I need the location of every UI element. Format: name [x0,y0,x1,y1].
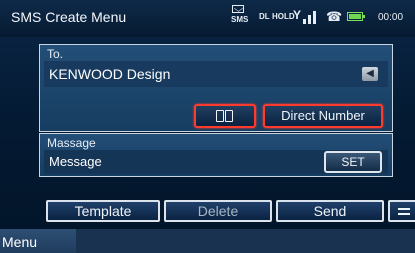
phone-icon: ☎ [326,9,343,24]
page-title: SMS Create Menu [11,9,127,25]
message-panel: Massage Message SET [39,133,393,177]
backspace-icon: ◀ [366,68,374,79]
delete-button[interactable]: Delete [164,200,272,222]
template-button[interactable]: Template [46,200,160,222]
message-text: Message [49,154,102,169]
to-panel: To. KENWOOD Design ◀ Direct Number [39,44,393,132]
hold-indicator: HOLD [272,12,295,21]
backspace-button[interactable]: ◀ [362,67,378,81]
phonebook-icon [216,110,234,123]
recipient-name: KENWOOD Design [49,66,171,82]
signal-strength-icon: Y [293,8,317,24]
to-label: To. [47,47,64,61]
envelope-icon [232,5,244,13]
set-button[interactable]: SET [324,151,382,173]
dl-indicator: DL [259,12,270,21]
recipient-field[interactable]: KENWOOD Design ◀ [44,61,388,87]
sms-create-screen: SMS Create Menu SMS DL HOLD Y ☎ 00:00 To… [0,0,415,253]
menu-button[interactable]: Menu [0,229,76,253]
send-button[interactable]: Send [276,200,384,222]
sms-indicator: SMS [231,15,249,24]
battery-icon [347,12,365,21]
sms-icon: SMS [231,5,249,27]
status-bar: SMS Create Menu SMS DL HOLD Y ☎ 00:00 [0,0,415,37]
clock: 00:00 [378,12,404,23]
message-label: Massage [47,136,96,150]
menu-toggle-button[interactable] [388,200,415,222]
phonebook-button[interactable] [194,104,256,128]
direct-number-button[interactable]: Direct Number [263,104,383,128]
